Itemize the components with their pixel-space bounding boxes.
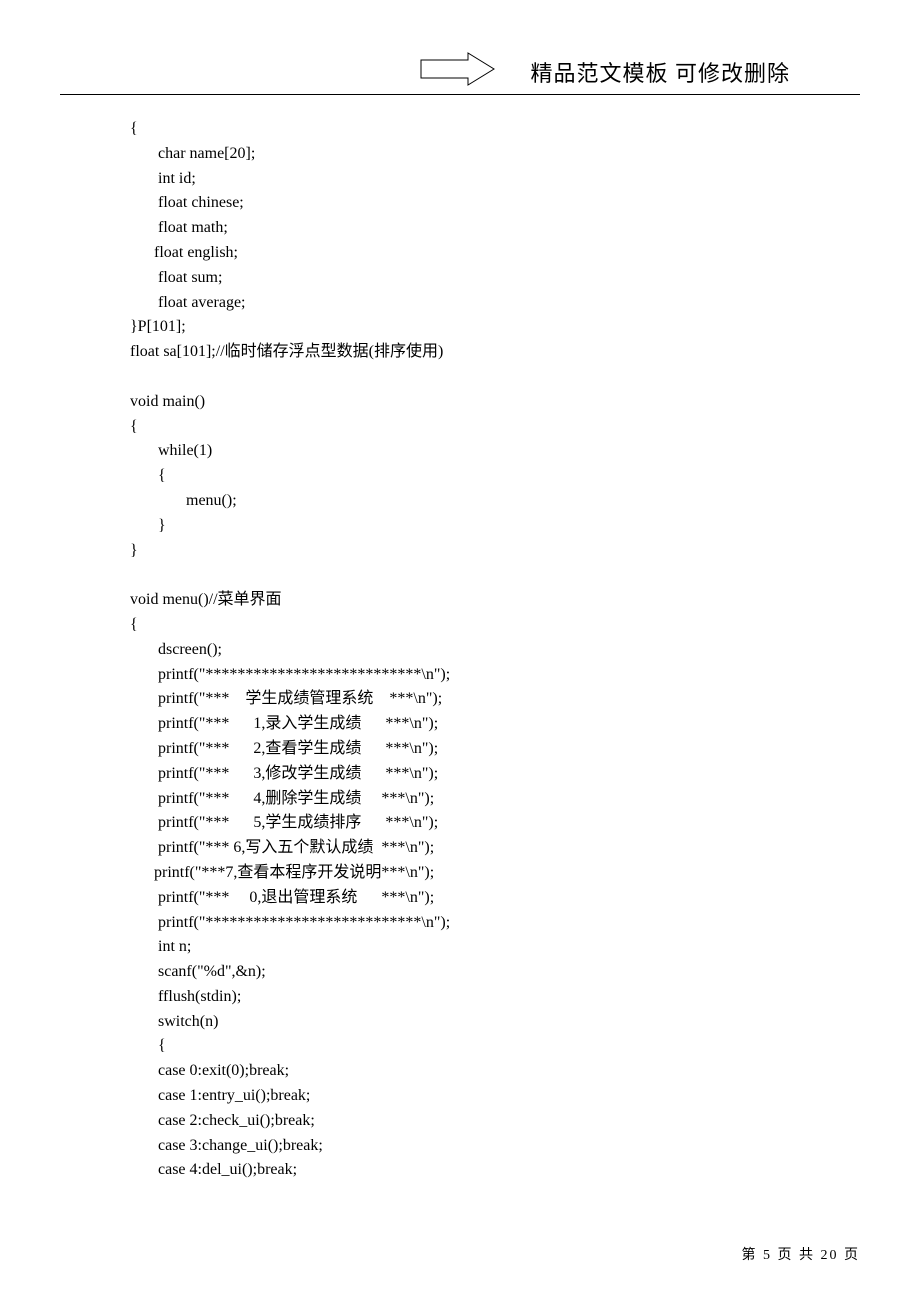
footer-total-pages: 20	[821, 1248, 839, 1263]
footer-mid: 页 共	[778, 1248, 816, 1263]
footer-current-page: 5	[763, 1248, 772, 1263]
code-block: { char name[20]; int id; float chinese; …	[60, 117, 860, 1183]
page-header: 精品范文模板 可修改删除	[60, 50, 860, 95]
footer-suffix: 页	[844, 1248, 860, 1263]
page-footer: 第 5 页 共 20 页	[742, 1244, 861, 1264]
footer-prefix: 第	[742, 1248, 758, 1263]
arrow-right-icon	[420, 52, 495, 86]
header-title: 精品范文模板 可修改删除	[530, 56, 790, 88]
document-page: 精品范文模板 可修改删除 { char name[20]; int id; fl…	[0, 0, 920, 1302]
